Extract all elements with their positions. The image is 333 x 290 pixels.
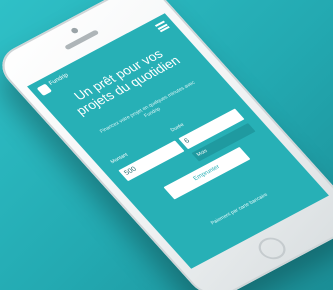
brand-name: Fundrip xyxy=(47,72,71,87)
speaker-grille xyxy=(64,29,100,51)
logo-icon xyxy=(36,83,53,96)
phone-screen: Fundrip Un prêt pour vos projets du quot… xyxy=(27,13,329,269)
phone-mockup: Fundrip Un prêt pour vos projets du quot… xyxy=(0,0,333,290)
home-button[interactable] xyxy=(253,233,291,264)
camera-icon xyxy=(69,26,80,35)
stage: Fundrip Un prêt pour vos projets du quot… xyxy=(0,0,333,290)
hamburger-menu-icon[interactable] xyxy=(154,20,170,33)
